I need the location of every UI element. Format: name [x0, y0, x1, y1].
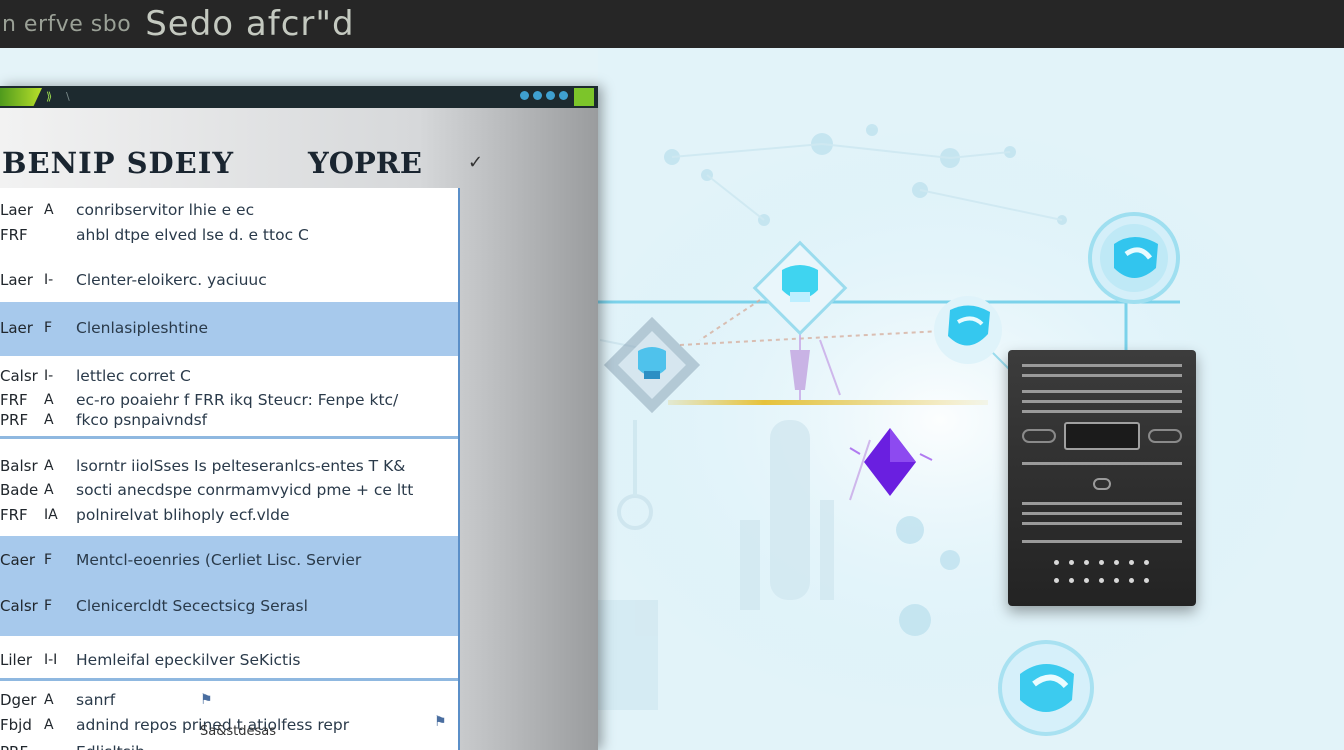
list-item[interactable]: FRF ahbl dtpe elved lse d. e ttoc C: [0, 223, 458, 248]
row-type: FRF: [0, 226, 28, 244]
flag-icon: ⚑: [200, 692, 213, 708]
list-item[interactable]: Calsr I- lettlec corret C: [0, 364, 458, 389]
row-flag: [38, 223, 76, 248]
title-glyph-2: \: [66, 90, 70, 103]
list-item[interactable]: Caer F Mentcl-eoenries (Cerliet Lisc. Se…: [0, 548, 458, 594]
title-glyph: ⟫: [46, 90, 53, 103]
list-item[interactable]: FRF IA polnirelvat blihoply ecf.vlde: [0, 503, 458, 528]
row-text: lsorntr iiolSses Is pelteseranlcs-entes …: [76, 457, 406, 475]
list-item[interactable]: Dger A sanrf: [0, 688, 458, 713]
row-text: Mentcl-eoenries (Cerliet Lisc. Servier: [76, 551, 362, 569]
row-text: Hemleifal epeckilver SeKictis: [76, 651, 301, 669]
row-text: polnirelvat blihoply ecf.vlde: [76, 506, 290, 524]
row-text: conribservitor lhie e ec: [76, 201, 255, 219]
server-power-button: [1093, 478, 1111, 490]
row-flag: F: [44, 598, 53, 614]
list-item[interactable]: Calsr F Clenicercldt Secectsicg Serasl: [0, 594, 458, 634]
row-flag: F: [44, 320, 53, 336]
window-control-dot[interactable]: [533, 91, 542, 100]
row-flag: F: [44, 552, 53, 568]
top-bar-subtitle: n erfve sbo: [2, 11, 132, 37]
shield-icon: [934, 296, 1002, 364]
server-icon: [1008, 350, 1196, 606]
row-type: FRF: [0, 506, 28, 524]
row-type: Caer: [0, 551, 36, 569]
row-text: sanrf: [76, 691, 116, 709]
row-type: Laer: [0, 271, 33, 289]
window-close-button[interactable]: [574, 88, 594, 106]
row-text: Clenlasipleshtine: [76, 319, 208, 337]
list-item[interactable]: PRF A fkco psnpaivndsf: [0, 408, 458, 433]
row-flag: IA: [44, 507, 58, 523]
row-text: socti anecdspe conrmamvyicd pme + ce ltt: [76, 481, 414, 499]
list-item-group: Caer F Mentcl-eoenries (Cerliet Lisc. Se…: [0, 536, 458, 636]
footer-fragment: Sa&stdesas: [200, 724, 276, 739]
top-bar-title: Sedo afcr"d: [145, 4, 355, 44]
top-bar: n erfve sbo Sedo afcr"d: [0, 0, 1344, 48]
row-flag: I-I: [44, 652, 58, 668]
app-window: ⟫ \ BENIP SDEIY YOPRE ✓ Laer A conribser…: [0, 86, 598, 750]
service-list: Laer A conribservitor lhie e ec FRF ahbl…: [0, 188, 460, 750]
row-text: ahbl dtpe elved lse d. e ttoc C: [76, 226, 309, 244]
row-flag: A: [44, 458, 54, 474]
flag-icon: ⚑: [434, 714, 447, 730]
row-flag: A: [44, 482, 54, 498]
row-type: Dger: [0, 691, 37, 709]
row-type: Liler: [0, 651, 33, 669]
row-type: Bade: [0, 481, 39, 499]
row-text: Edlisltsib: [76, 740, 458, 750]
shield-icon: [1088, 212, 1180, 304]
shield-icon: [998, 640, 1094, 736]
row-text: fkco psnpaivndsf: [76, 411, 208, 429]
row-flag: A: [44, 717, 54, 733]
row-flag: [38, 740, 76, 750]
list-item[interactable]: Liler I-I Hemleifal epeckilver SeKictis: [0, 642, 458, 682]
divider: [0, 678, 458, 681]
panel-heading: BENIP SDEIY: [2, 146, 235, 180]
row-text: Clenicercldt Secectsicg Serasl: [76, 597, 308, 615]
panel-heading-secondary: YOPRE: [308, 146, 422, 180]
row-flag: A: [44, 692, 54, 708]
window-control-dot[interactable]: [559, 91, 568, 100]
row-type: PRF: [0, 411, 29, 429]
list-item[interactable]: Bade A socti anecdspe conrmamvyicd pme +…: [0, 478, 458, 503]
server-display: [1064, 422, 1140, 450]
row-text: Clenter-eloikerc. yaciuuc: [76, 271, 267, 289]
window-logo: [0, 88, 42, 106]
row-type: Laer: [0, 201, 33, 219]
list-item[interactable]: Laer A conribservitor lhie e ec: [0, 198, 458, 223]
row-type: Calsr: [0, 367, 38, 385]
window-body: BENIP SDEIY YOPRE ✓ Laer A conribservito…: [0, 108, 598, 750]
list-item[interactable]: Laer F Clenlasipleshtine: [0, 302, 458, 356]
row-flag: I-: [44, 368, 54, 384]
row-text: lettlec corret C: [76, 367, 191, 385]
pointer-icon: ✓: [468, 152, 484, 173]
divider: [0, 436, 458, 439]
list-item[interactable]: PRF Edlisltsib: [0, 740, 458, 750]
window-control-dot[interactable]: [546, 91, 555, 100]
row-type: Calsr: [0, 597, 38, 615]
list-item[interactable]: Balsr A lsorntr iiolSses Is pelteseranlc…: [0, 454, 458, 479]
window-controls[interactable]: [520, 91, 568, 100]
list-item[interactable]: Laer I- Clenter-eloikerc. yaciuuc: [0, 256, 458, 302]
row-flag: I-: [44, 272, 54, 288]
window-title-bar[interactable]: ⟫ \: [0, 86, 598, 108]
row-flag: A: [44, 202, 54, 218]
row-flag: A: [44, 412, 54, 428]
row-type: Balsr: [0, 457, 38, 475]
row-type: PRF: [0, 740, 38, 750]
row-type: Fbjd: [0, 716, 32, 734]
row-type: Laer: [0, 319, 33, 337]
window-control-dot[interactable]: [520, 91, 529, 100]
